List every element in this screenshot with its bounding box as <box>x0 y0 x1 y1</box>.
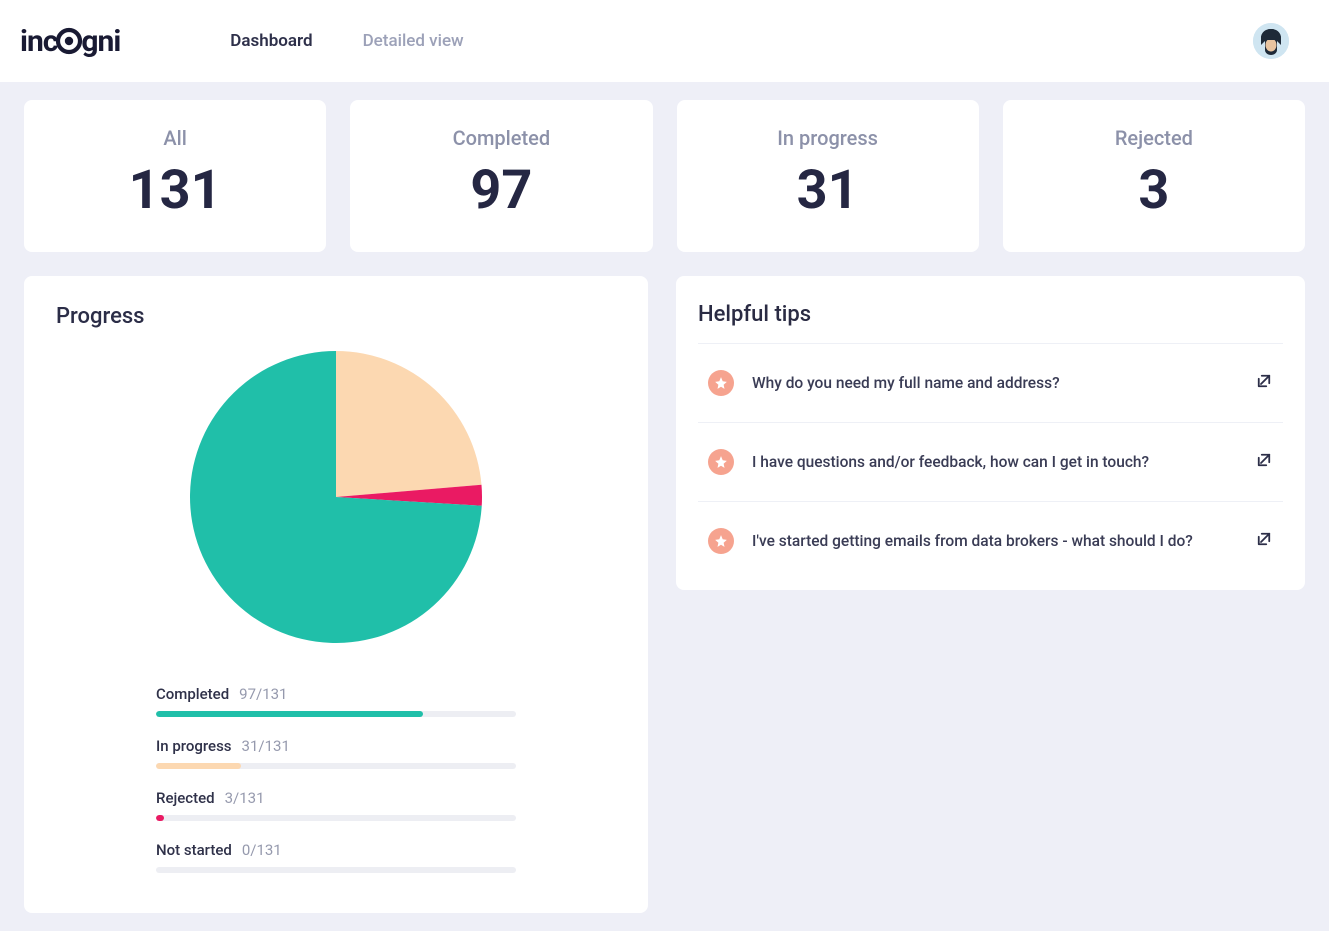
tips-card: Helpful tips Why do you need my full nam… <box>676 276 1305 590</box>
content: All 131 Completed 97 In progress 31 Reje… <box>0 82 1329 931</box>
legend-item: Rejected 3/131 <box>156 789 516 821</box>
legend-name: Completed <box>156 685 229 703</box>
legend-count: 0/131 <box>242 841 282 859</box>
stat-card-in-progress: In progress 31 <box>677 100 979 252</box>
tip-text: I've started getting emails from data br… <box>752 532 1237 550</box>
nav-detailed-view[interactable]: Detailed view <box>363 31 464 51</box>
legend-item: In progress 31/131 <box>156 737 516 769</box>
tips-title: Helpful tips <box>698 302 1283 327</box>
header-left: inc gni Dashboard Detailed view <box>20 24 464 59</box>
legend-labels: Rejected 3/131 <box>156 789 516 807</box>
stat-card-rejected: Rejected 3 <box>1003 100 1305 252</box>
legend-name: Not started <box>156 841 232 859</box>
legend-name: In progress <box>156 737 232 755</box>
stat-value: 3 <box>1003 164 1305 218</box>
tip-row[interactable]: I've started getting emails from data br… <box>698 501 1283 580</box>
pie-wrap <box>56 351 616 643</box>
legend-bar-track <box>156 867 516 873</box>
pie-slice-in-progress <box>336 351 481 497</box>
legend-count: 3/131 <box>225 789 265 807</box>
progress-legend: Completed 97/131 In progress 31/131 Rejected… <box>56 685 616 873</box>
legend-name: Rejected <box>156 789 215 807</box>
tip-row[interactable]: I have questions and/or feedback, how ca… <box>698 422 1283 501</box>
external-link-icon <box>1255 451 1273 473</box>
legend-bar-track <box>156 711 516 717</box>
star-icon <box>708 370 734 396</box>
stat-value: 97 <box>350 164 652 218</box>
stat-value: 131 <box>24 164 326 218</box>
stat-label: In progress <box>677 126 979 150</box>
star-icon <box>708 528 734 554</box>
star-icon <box>708 449 734 475</box>
main-row: Progress Completed 97/131 In progress 31/13… <box>24 276 1305 913</box>
legend-bar-track <box>156 815 516 821</box>
stat-label: Rejected <box>1003 126 1305 150</box>
tip-row[interactable]: Why do you need my full name and address… <box>698 343 1283 422</box>
stat-card-all: All 131 <box>24 100 326 252</box>
progress-pie-chart <box>190 351 482 643</box>
legend-bar-fill <box>156 815 164 821</box>
tip-text: Why do you need my full name and address… <box>752 374 1237 392</box>
legend-item: Completed 97/131 <box>156 685 516 717</box>
legend-count: 97/131 <box>239 685 287 703</box>
brand-logo[interactable]: inc gni <box>20 24 120 59</box>
stat-card-completed: Completed 97 <box>350 100 652 252</box>
legend-bar-track <box>156 763 516 769</box>
tip-text: I have questions and/or feedback, how ca… <box>752 453 1237 471</box>
nav: Dashboard Detailed view <box>230 31 463 51</box>
progress-card: Progress Completed 97/131 In progress 31/13… <box>24 276 648 913</box>
tips-list: Why do you need my full name and address… <box>698 343 1283 580</box>
progress-title: Progress <box>56 304 616 329</box>
legend-bar-fill <box>156 763 241 769</box>
external-link-icon <box>1255 530 1273 552</box>
legend-labels: In progress 31/131 <box>156 737 516 755</box>
nav-dashboard[interactable]: Dashboard <box>230 31 312 51</box>
stat-value: 31 <box>677 164 979 218</box>
stat-label: All <box>24 126 326 150</box>
logo-icon <box>55 27 83 55</box>
legend-count: 31/131 <box>242 737 290 755</box>
avatar-icon <box>1253 23 1289 59</box>
legend-item: Not started 0/131 <box>156 841 516 873</box>
avatar[interactable] <box>1253 23 1289 59</box>
stats-row: All 131 Completed 97 In progress 31 Reje… <box>24 100 1305 252</box>
stat-label: Completed <box>350 126 652 150</box>
legend-labels: Completed 97/131 <box>156 685 516 703</box>
header: inc gni Dashboard Detailed view <box>0 0 1329 82</box>
legend-bar-fill <box>156 711 423 717</box>
legend-labels: Not started 0/131 <box>156 841 516 859</box>
external-link-icon <box>1255 372 1273 394</box>
